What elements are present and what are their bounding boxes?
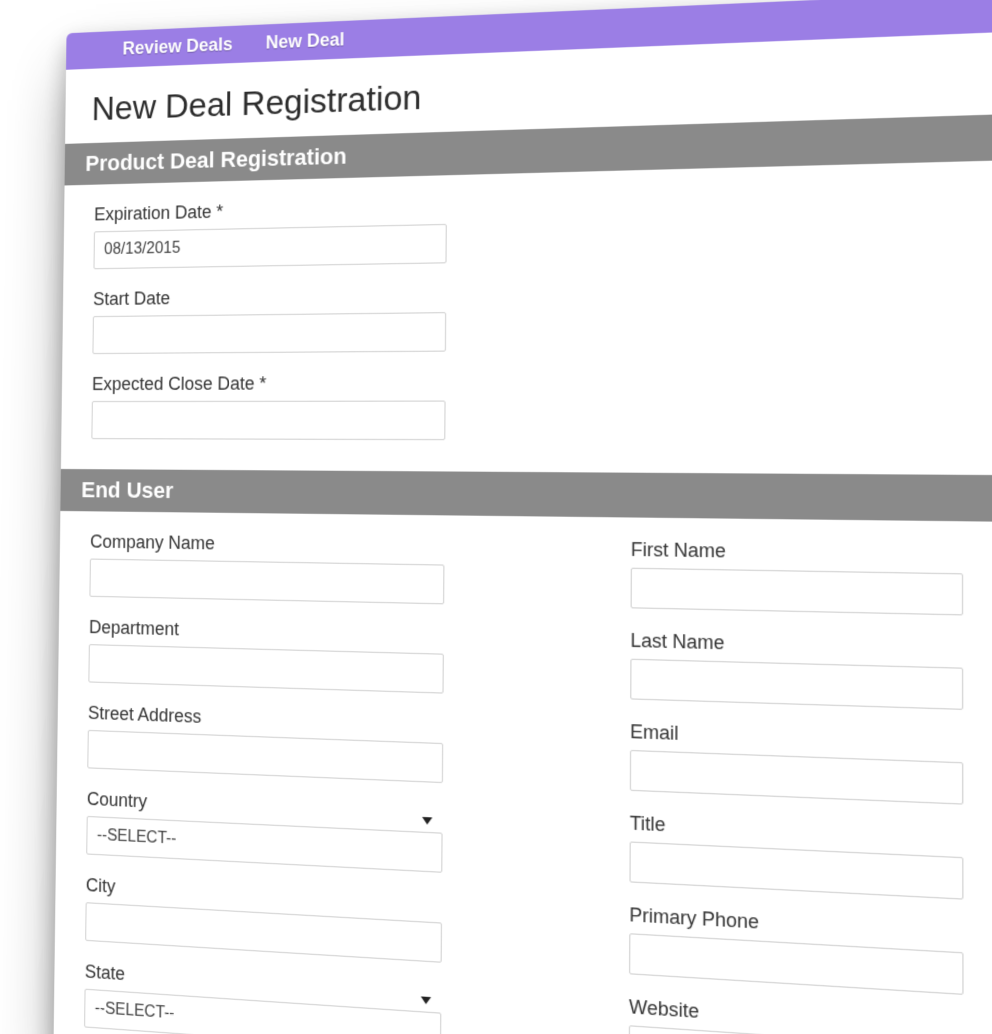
first-name-label: First Name	[631, 539, 992, 570]
last-name-input[interactable]	[630, 659, 963, 710]
company-name-label: Company Name	[90, 531, 567, 560]
chevron-down-icon	[422, 817, 432, 825]
country-select-value: --SELECT--	[97, 827, 177, 849]
expiration-date-input[interactable]	[94, 224, 447, 269]
nav-new-deal[interactable]: New Deal	[266, 29, 345, 54]
chevron-down-icon	[421, 996, 431, 1004]
section-body-enduser: Company Name Department Street Address C…	[53, 511, 992, 1034]
section-body-product: Expiration Date * Start Date Expected Cl…	[61, 155, 992, 477]
nav-review-deals[interactable]: Review Deals	[122, 34, 232, 60]
expected-close-date-input[interactable]	[91, 401, 445, 441]
expiration-date-label: Expiration Date *	[94, 178, 992, 225]
company-name-input[interactable]	[89, 559, 444, 605]
expected-close-date-label: Expected Close Date *	[92, 369, 992, 395]
country-select[interactable]: --SELECT--	[86, 816, 442, 873]
start-date-input[interactable]	[92, 312, 446, 354]
title-input[interactable]	[629, 841, 963, 899]
enduser-right-column: First Name Last Name Email Title Primary…	[629, 539, 992, 1034]
street-address-input[interactable]	[87, 730, 443, 783]
first-name-input[interactable]	[631, 568, 964, 616]
department-input[interactable]	[88, 644, 443, 693]
state-select-value: --SELECT--	[95, 1000, 175, 1024]
start-date-label: Start Date	[93, 274, 992, 311]
email-input[interactable]	[630, 750, 963, 805]
app-panel: Review Deals New Deal New Deal Registrat…	[53, 0, 992, 1034]
enduser-left-column: Company Name Department Street Address C…	[84, 531, 567, 1034]
